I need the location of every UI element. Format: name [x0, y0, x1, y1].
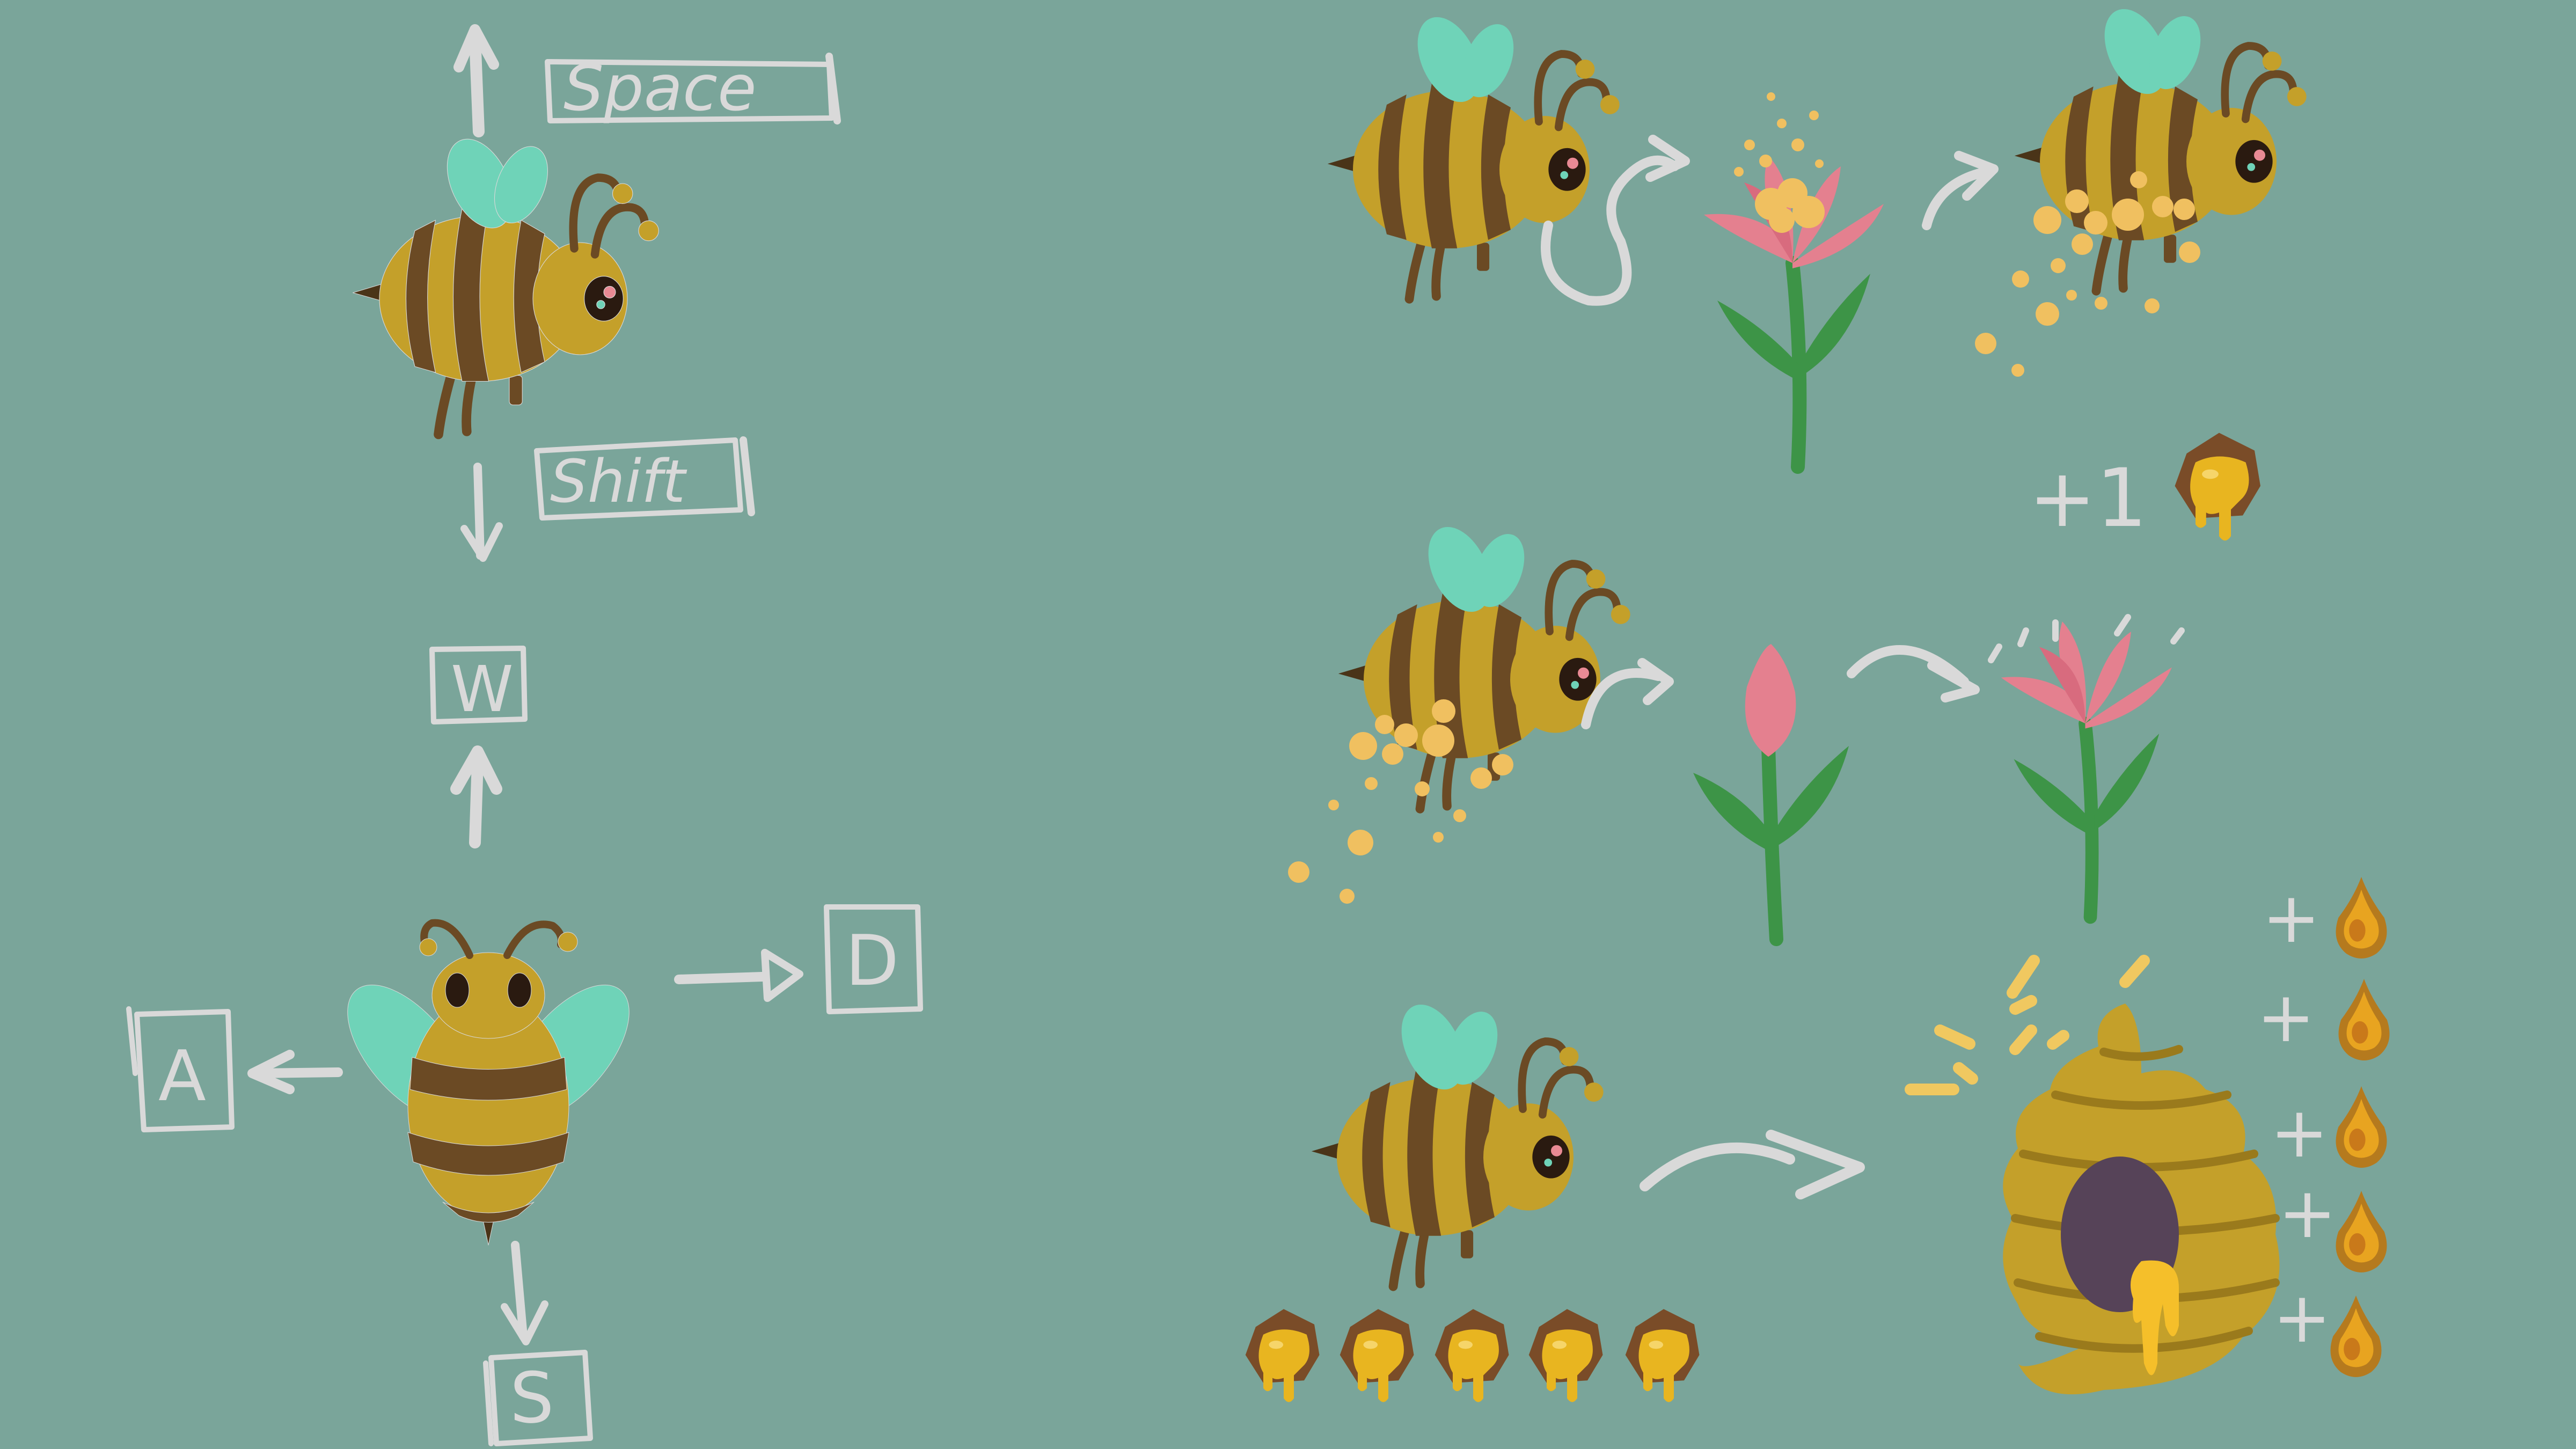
- bloomed-flower: [2001, 621, 2172, 917]
- honey-bonus-3: +: [2270, 1092, 2329, 1173]
- honey-bonus-2: +: [2257, 976, 2315, 1058]
- honey-bonus-5: +: [2273, 1277, 2331, 1358]
- honey-drop-icon: [2336, 877, 2387, 958]
- bee-with-pollen-sprite: [2015, 0, 2307, 291]
- honey-drop-icon: [2330, 1296, 2382, 1377]
- honey-bonus-1: +: [2262, 877, 2321, 958]
- sparkle-lines: [1988, 614, 2185, 663]
- honey-bonus-4: +: [2278, 1172, 2337, 1254]
- bee-sprite: [1328, 8, 1620, 299]
- forward-arrow-icon: [450, 745, 502, 848]
- pollen-gain-label: +1: [2029, 452, 2147, 545]
- honey-slot-5: [1625, 1309, 1700, 1402]
- shift-key-label: Shift: [550, 447, 687, 516]
- pollinate-row: [1288, 517, 2185, 939]
- honey-drop-icon: [2336, 1086, 2387, 1168]
- a-key[interactable]: A: [126, 1006, 235, 1132]
- controls-panel: Space Shift W A D S: [126, 24, 923, 1446]
- honey-slot-4: [1528, 1309, 1603, 1402]
- honey-drop-icon: [2336, 1191, 2387, 1272]
- descend-arrow-icon: [460, 463, 503, 562]
- pollen-collect-row: +1: [1328, 0, 2307, 545]
- transition-arrow-icon: [1640, 1130, 1865, 1199]
- w-key[interactable]: W: [429, 646, 528, 726]
- honey-slot-1: [1245, 1309, 1320, 1402]
- honey-bonus-list: + + + + +: [2257, 877, 2390, 1377]
- bee-carrying-pollen-sprite: [1338, 517, 1630, 809]
- space-key[interactable]: Space: [545, 51, 841, 125]
- s-key[interactable]: S: [483, 1350, 593, 1446]
- w-key-label: W: [451, 652, 514, 726]
- bee-fly-sprite: [353, 129, 659, 435]
- honey-inventory: [1245, 1309, 1700, 1402]
- transition-arrow-icon: [1922, 151, 1999, 230]
- d-key-label: D: [845, 920, 899, 1001]
- left-arrow-icon: [247, 1050, 343, 1094]
- tutorial-canvas: Space Shift W A D S +1 + + + + +: [126, 0, 2390, 1446]
- honey-slot-2: [1340, 1309, 1414, 1402]
- bee-sprite: [1312, 995, 1604, 1287]
- beehive: [1905, 955, 2280, 1395]
- deposit-row: + + + + +: [1245, 877, 2390, 1402]
- d-key[interactable]: D: [824, 904, 923, 1014]
- shift-key[interactable]: Shift: [534, 436, 755, 521]
- pollen-reward: +1: [2029, 433, 2260, 545]
- honey-slot-3: [1435, 1309, 1509, 1402]
- transition-arrow-icon: [1847, 645, 1980, 702]
- bee-topdown-sprite: [325, 923, 652, 1245]
- s-key-label: S: [510, 1357, 554, 1439]
- back-arrow-icon: [501, 1241, 548, 1345]
- pollen-cloud: [1734, 92, 1825, 233]
- honey-icon: [2175, 433, 2260, 541]
- right-arrow-icon: [674, 949, 803, 1002]
- ascend-arrow-icon: [453, 24, 499, 137]
- space-key-label: Space: [564, 51, 757, 125]
- honey-drop-icon: [2338, 979, 2390, 1060]
- pollen-dots: [1975, 171, 2200, 377]
- closed-flower: [1693, 644, 1849, 939]
- a-key-label: A: [158, 1035, 206, 1117]
